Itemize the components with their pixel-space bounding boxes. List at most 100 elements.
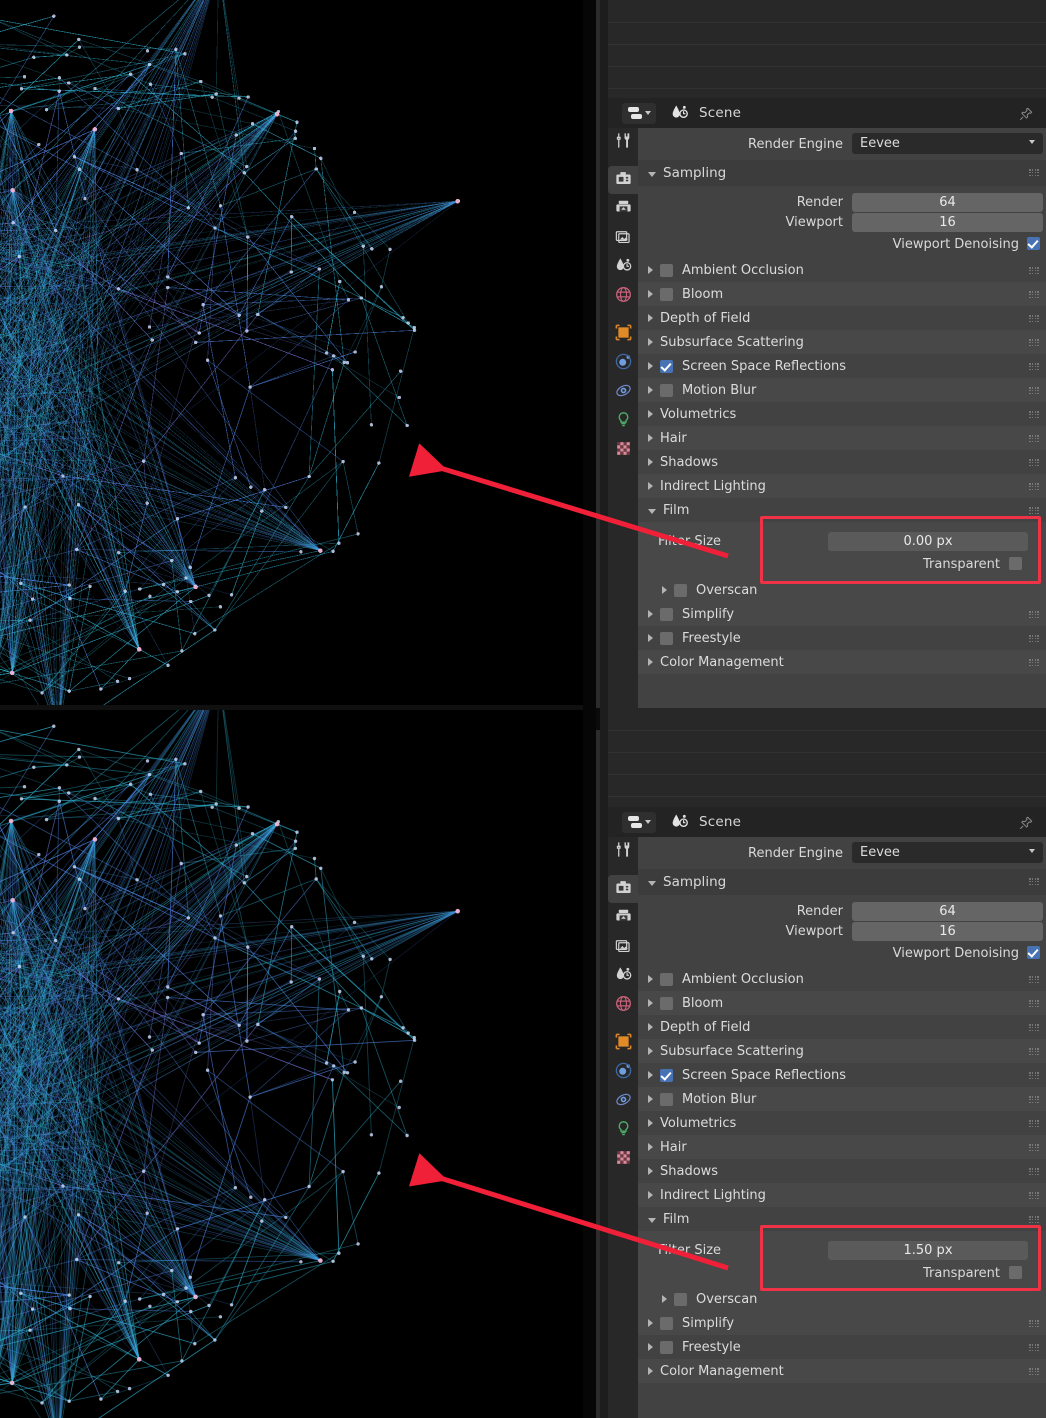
properties-tab-output[interactable] <box>608 195 638 223</box>
checkbox-screen-space-reflections[interactable] <box>660 359 673 373</box>
properties-tab-tool[interactable] <box>608 837 638 865</box>
viewport-samples-value[interactable]: 16 <box>852 213 1043 232</box>
filter-size-value[interactable]: 1.50 px <box>828 1241 1028 1260</box>
transparent-checkbox[interactable] <box>1009 557 1022 570</box>
checkbox-bloom[interactable] <box>660 287 673 301</box>
properties-tab-view-layer[interactable] <box>608 224 638 252</box>
section-row-simplify[interactable]: Simplify <box>638 1311 1046 1335</box>
properties-tab-material[interactable] <box>608 1145 638 1173</box>
properties-tab-scene[interactable] <box>608 253 638 281</box>
section-row-volumetrics[interactable]: Volumetrics <box>638 402 1046 426</box>
overscan-checkbox[interactable] <box>674 1292 687 1306</box>
section-row-subsurface-scattering[interactable]: Subsurface Scattering <box>638 330 1046 354</box>
pin-icon[interactable] <box>1018 815 1034 831</box>
section-label: Motion Blur <box>682 382 757 398</box>
checkbox-bloom[interactable] <box>660 996 673 1010</box>
section-row-freestyle[interactable]: Freestyle <box>638 626 1046 650</box>
section-row-volumetrics[interactable]: Volumetrics <box>638 1111 1046 1135</box>
section-row-simplify[interactable]: Simplify <box>638 602 1046 626</box>
section-row-color-management[interactable]: Color Management <box>638 1359 1046 1383</box>
section-row-screen-space-reflections[interactable]: Screen Space Reflections <box>638 1063 1046 1087</box>
viewport-denoising-checkbox[interactable] <box>1027 237 1040 250</box>
viewport-denoising-row[interactable]: Viewport Denoising <box>638 941 1046 967</box>
section-row-ambient-occlusion[interactable]: Ambient Occlusion <box>638 258 1046 282</box>
properties-tab-output[interactable] <box>608 904 638 932</box>
properties-tab-world[interactable] <box>608 991 638 1019</box>
section-row-hair[interactable]: Hair <box>638 426 1046 450</box>
checkbox-freestyle[interactable] <box>660 1340 673 1354</box>
checkbox-screen-space-reflections[interactable] <box>660 1068 673 1082</box>
properties-tab-render[interactable] <box>608 166 638 194</box>
section-row-motion-blur[interactable]: Motion Blur <box>638 378 1046 402</box>
section-row-motion-blur[interactable]: Motion Blur <box>638 1087 1046 1111</box>
section-row-color-management[interactable]: Color Management <box>638 650 1046 674</box>
properties-tab-world[interactable] <box>608 282 638 310</box>
section-row-bloom[interactable]: Bloom <box>638 991 1046 1015</box>
checkbox-ambient-occlusion[interactable] <box>660 263 673 277</box>
film-section-header[interactable]: Film <box>638 1207 1046 1231</box>
properties-tab-modifiers[interactable] <box>608 1058 638 1086</box>
overscan-checkbox[interactable] <box>674 583 687 597</box>
properties-editor-top[interactable]: Scene Render Engine Eevee Sampling Render 64 V… <box>608 98 1046 708</box>
properties-tab-data[interactable] <box>608 407 638 435</box>
checkbox-motion-blur[interactable] <box>660 1092 673 1106</box>
viewport-samples-value[interactable]: 16 <box>852 922 1043 941</box>
properties-tab-modifiers[interactable] <box>608 349 638 377</box>
render-engine-row: Render Engine Eevee <box>638 837 1046 869</box>
editor-type-selector[interactable] <box>622 102 656 124</box>
properties-tab-scene[interactable] <box>608 962 638 990</box>
properties-tab-object[interactable] <box>608 320 638 348</box>
transparent-checkbox[interactable] <box>1009 1266 1022 1279</box>
properties-tab-tool[interactable] <box>608 128 638 156</box>
scene-droplet-icon <box>614 965 633 988</box>
checkbox-simplify[interactable] <box>660 1316 673 1330</box>
viewport-denoising-checkbox[interactable] <box>1027 946 1040 959</box>
checkbox-simplify[interactable] <box>660 607 673 621</box>
checkbox-ambient-occlusion[interactable] <box>660 972 673 986</box>
properties-editor-bottom[interactable]: Scene Render Engine Eevee Sampling Render 64 V… <box>608 807 1046 1418</box>
render-engine-dropdown[interactable]: Eevee <box>852 133 1043 154</box>
properties-tab-rail[interactable] <box>608 837 638 1418</box>
properties-tab-material[interactable] <box>608 436 638 464</box>
properties-tab-particles[interactable] <box>608 378 638 406</box>
section-row-hair[interactable]: Hair <box>638 1135 1046 1159</box>
render-samples-value[interactable]: 64 <box>852 193 1043 212</box>
properties-tab-object[interactable] <box>608 1029 638 1057</box>
panel-grip-dots <box>1029 1144 1039 1152</box>
properties-tab-view-layer[interactable] <box>608 933 638 961</box>
overscan-row[interactable]: Overscan <box>638 578 1046 602</box>
chevron-right-icon <box>648 1023 653 1031</box>
section-row-shadows[interactable]: Shadows <box>638 450 1046 474</box>
section-row-subsurface-scattering[interactable]: Subsurface Scattering <box>638 1039 1046 1063</box>
render-engine-value: Eevee <box>860 845 900 860</box>
section-row-ambient-occlusion[interactable]: Ambient Occlusion <box>638 967 1046 991</box>
sampling-section-header[interactable]: Sampling <box>638 869 1046 895</box>
section-row-depth-of-field[interactable]: Depth of Field <box>638 306 1046 330</box>
section-row-freestyle[interactable]: Freestyle <box>638 1335 1046 1359</box>
editor-type-selector[interactable] <box>622 811 656 833</box>
viewport-denoising-row[interactable]: Viewport Denoising <box>638 232 1046 258</box>
section-row-bloom[interactable]: Bloom <box>638 282 1046 306</box>
film-body: Filter Size 1.50 px Transparent <box>638 1231 1046 1287</box>
checkbox-motion-blur[interactable] <box>660 383 673 397</box>
film-section-header[interactable]: Film <box>638 498 1046 522</box>
pin-icon[interactable] <box>1018 106 1034 122</box>
properties-tab-particles[interactable] <box>608 1087 638 1115</box>
sampling-section-header[interactable]: Sampling <box>638 160 1046 186</box>
render-engine-dropdown[interactable]: Eevee <box>852 842 1043 863</box>
overscan-row[interactable]: Overscan <box>638 1287 1046 1311</box>
properties-tab-data[interactable] <box>608 1116 638 1144</box>
checkbox-freestyle[interactable] <box>660 631 673 645</box>
section-row-depth-of-field[interactable]: Depth of Field <box>638 1015 1046 1039</box>
filter-size-value[interactable]: 0.00 px <box>828 532 1028 551</box>
section-row-indirect-lighting[interactable]: Indirect Lighting <box>638 474 1046 498</box>
properties-tab-render[interactable] <box>608 875 638 903</box>
section-row-screen-space-reflections[interactable]: Screen Space Reflections <box>638 354 1046 378</box>
panel-grip-dots <box>1029 1216 1039 1224</box>
section-row-indirect-lighting[interactable]: Indirect Lighting <box>638 1183 1046 1207</box>
panel-grip-dots <box>1029 1368 1039 1376</box>
properties-tab-rail[interactable] <box>608 128 638 708</box>
render-samples-value[interactable]: 64 <box>852 902 1043 921</box>
section-label: Volumetrics <box>660 406 737 422</box>
section-row-shadows[interactable]: Shadows <box>638 1159 1046 1183</box>
